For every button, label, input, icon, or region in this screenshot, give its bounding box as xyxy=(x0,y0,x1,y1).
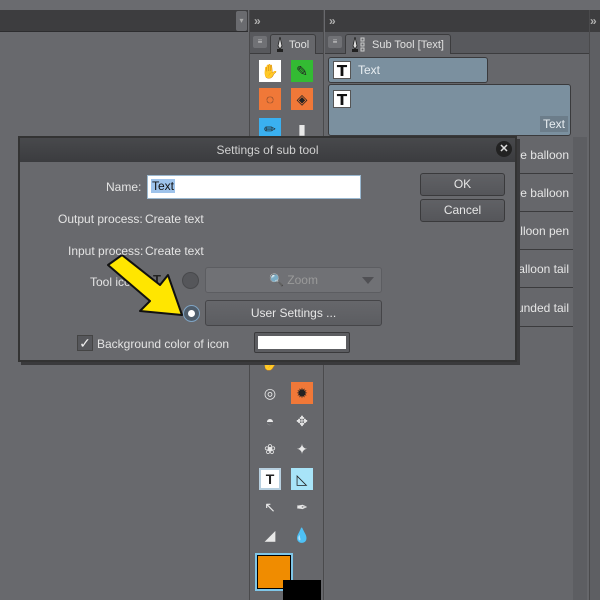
annotation-arrow-icon xyxy=(107,255,183,316)
output-process-value: Create text xyxy=(145,212,204,226)
tool-effect-burst-icon[interactable]: ✹ xyxy=(291,382,313,404)
settings-dialog: Settings of sub tool ✕ Name: Text OK Can… xyxy=(18,136,517,362)
sub-tool-item-label: Text xyxy=(358,63,381,77)
dialog-titlebar: Settings of sub tool ✕ xyxy=(20,138,515,162)
tool-fill-icon[interactable]: ◓ xyxy=(259,410,281,432)
sub-tool-scrollbar[interactable] xyxy=(573,137,587,600)
tab-sub-tool[interactable]: Sub Tool [Text] xyxy=(345,34,451,54)
bg-color-label: Background color of icon xyxy=(97,337,230,351)
name-label: Name: xyxy=(106,180,142,194)
sub-tool-detail-label: Text xyxy=(539,116,568,132)
tool-pen-nib-icon[interactable]: ✒ xyxy=(291,496,313,518)
text-tool-icon: T xyxy=(333,90,351,109)
right-panel: » xyxy=(590,10,600,600)
tool-operation-icon[interactable]: ↖ xyxy=(259,496,281,518)
close-icon[interactable]: ✕ xyxy=(496,141,512,157)
tool-airbrush-icon[interactable]: ◎ xyxy=(259,382,281,404)
tool-ink-icon[interactable]: 💧 xyxy=(291,524,313,546)
search-icon: 🔍 xyxy=(269,273,284,287)
tool-ruler-icon[interactable]: ◺ xyxy=(291,468,313,490)
chevron-down-icon xyxy=(362,277,374,284)
sub-tool-tabbar: ≡ Sub Tool [Text] xyxy=(325,32,589,54)
right-panel-collapse[interactable]: » xyxy=(590,10,600,32)
tool-decoration-icon[interactable]: ✥ xyxy=(291,410,313,432)
top-strip xyxy=(0,0,600,10)
icon-preset-dropdown[interactable]: 🔍 Zoom xyxy=(205,267,382,293)
bg-color-checkbox[interactable]: ✓ xyxy=(77,335,93,351)
panel-dropdown-button[interactable]: ▾ xyxy=(236,11,247,31)
tool-sparkle-icon[interactable]: ✦ xyxy=(291,438,313,460)
pen-tool-icon xyxy=(277,37,283,52)
tool-eyedropper-icon[interactable]: ✎ xyxy=(291,60,313,82)
left-panel-header xyxy=(0,10,248,32)
name-value: Text xyxy=(151,179,176,193)
sub-tool-detail-text[interactable]: T Text xyxy=(328,84,571,136)
output-process-label: Output process: xyxy=(58,212,143,226)
tool-panel-collapse[interactable]: » xyxy=(250,10,323,32)
tab-sub-tool-label: Sub Tool [Text] xyxy=(372,39,444,51)
tool-text-icon[interactable]: T xyxy=(259,468,281,490)
tool-lasso-icon[interactable]: ◌ xyxy=(259,88,281,110)
cancel-button[interactable]: Cancel xyxy=(420,199,505,222)
tool-gradient-icon[interactable]: ◢ xyxy=(259,524,281,546)
tool-hand-icon[interactable]: ✋ xyxy=(259,60,281,82)
user-settings-button[interactable]: User Settings ... xyxy=(205,300,382,326)
dropdown-value: Zoom xyxy=(287,273,318,287)
tab-tool-label: Tool xyxy=(289,39,310,51)
panel-menu-icon[interactable]: ≡ xyxy=(328,36,342,48)
tool-move-icon[interactable]: ◈ xyxy=(291,88,313,110)
sub-tool-icon xyxy=(352,37,365,52)
sub-color-swatch[interactable] xyxy=(283,580,321,600)
dialog-title: Settings of sub tool xyxy=(216,143,319,157)
tab-tool[interactable]: Tool xyxy=(270,34,317,54)
sub-tool-item-text[interactable]: T Text xyxy=(328,57,488,83)
tool-tabbar: ≡ Tool xyxy=(250,32,323,54)
panel-menu-icon[interactable]: ≡ xyxy=(253,36,267,48)
ok-button[interactable]: OK xyxy=(420,173,505,196)
sub-tool-panel-collapse[interactable]: » xyxy=(325,10,589,32)
tool-flower-brush-icon[interactable]: ❀ xyxy=(259,438,281,460)
name-input[interactable]: Text xyxy=(147,175,361,199)
text-tool-icon: T xyxy=(333,61,351,80)
bg-color-swatch[interactable] xyxy=(254,332,350,353)
